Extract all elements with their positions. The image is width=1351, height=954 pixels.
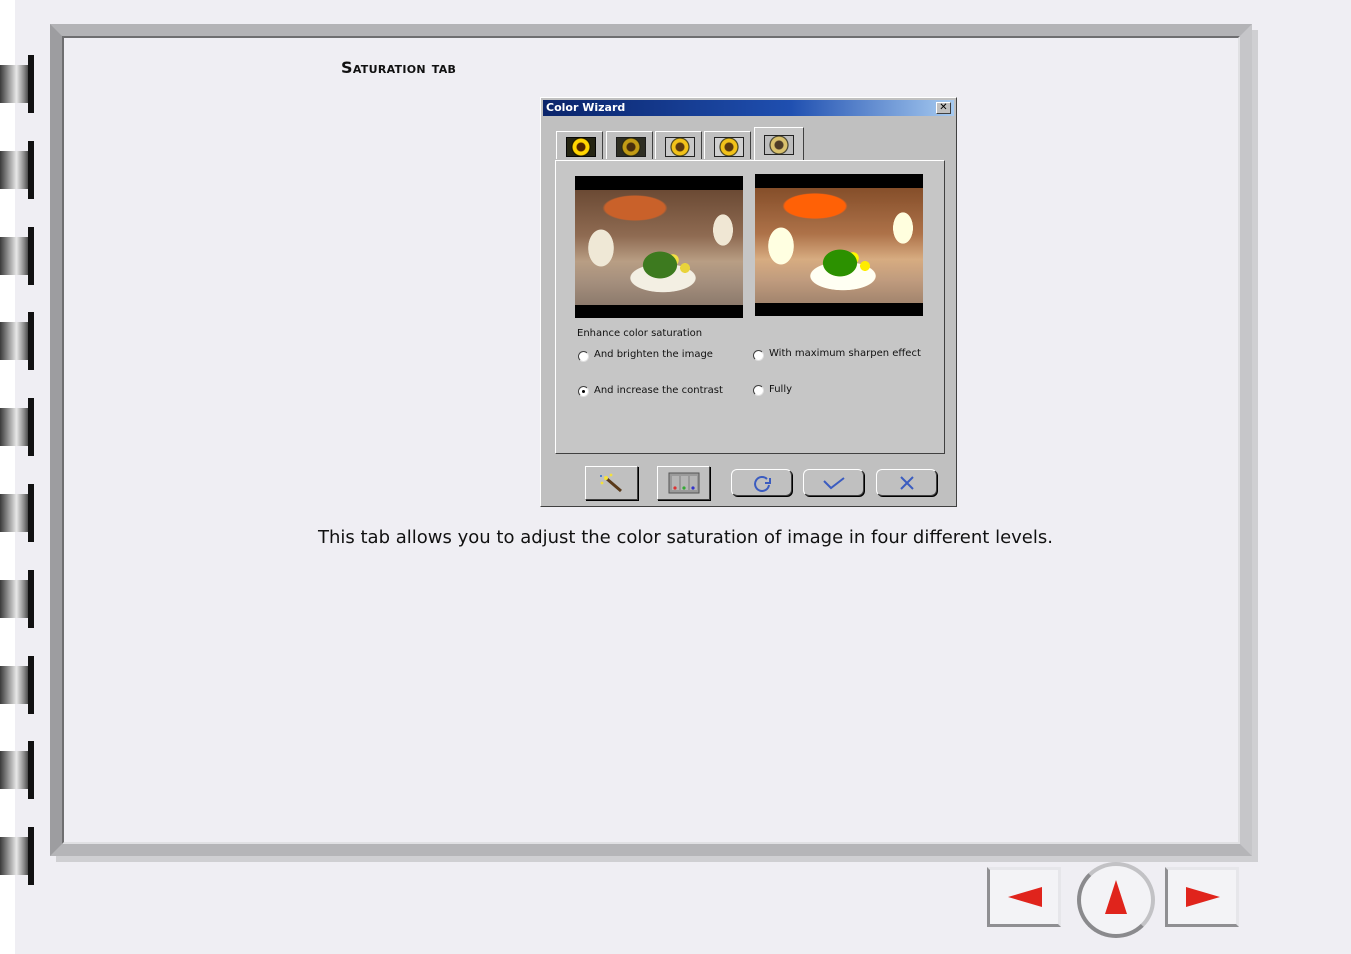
radio-brighten[interactable] [578,351,589,362]
next-page-button[interactable] [1165,867,1239,927]
label-fully: Fully [769,384,793,395]
arrow-left-icon [1008,887,1042,907]
color-wizard-dialog: Color Wizard ✕ Enhance color saturation … [540,97,957,507]
ok-button[interactable] [803,469,864,496]
binder-ring [0,140,34,199]
radio-sharpen[interactable] [753,350,764,361]
sunflower-saturation-icon [764,135,794,155]
binder-ring [0,827,34,886]
reset-icon [753,475,771,492]
original-preview [575,176,743,318]
label-sharpen: With maximum sharpen effect [769,348,921,359]
label-contrast: And increase the contrast [594,385,723,396]
section-title: Saturation tab [341,58,457,77]
cancel-button[interactable] [876,469,937,496]
arrow-up-icon [1105,880,1127,914]
close-icon[interactable]: ✕ [936,102,951,114]
group-label: Enhance color saturation [577,328,703,339]
sunflower-original-icon [566,137,596,157]
close-icon [899,475,914,490]
binder-ring [0,226,34,285]
tab-original[interactable] [556,131,603,159]
tab-saturation[interactable] [754,127,804,160]
adjusted-preview [755,174,923,316]
levels-icon [668,472,699,494]
wizard-button[interactable] [585,466,638,500]
tab-color[interactable] [655,131,702,159]
arrow-right-icon [1186,887,1220,907]
radio-fully[interactable] [753,385,764,396]
radio-contrast[interactable] [578,386,589,397]
checkmark-icon [822,476,845,489]
tab-contrast[interactable] [704,131,751,159]
binder-ring [0,312,34,371]
sunflower-dark-icon [616,137,646,157]
top-page-button[interactable] [1077,862,1155,938]
magic-wand-icon [599,473,622,493]
binder-ring [0,569,34,628]
binder-ring [0,484,34,542]
previous-page-button[interactable] [987,867,1061,927]
levels-button[interactable] [657,466,710,500]
saturation-panel: Enhance color saturation And brighten th… [555,160,945,454]
binder-ring [0,741,34,800]
description-text: This tab allows you to adjust the color … [318,527,1053,548]
reset-button[interactable] [731,469,792,496]
label-brighten: And brighten the image [594,349,713,360]
tab-dark[interactable] [606,131,653,159]
binder-ring [0,655,34,714]
binder-ring [0,398,34,457]
dialog-title: Color Wizard [546,101,626,114]
dialog-titlebar[interactable]: Color Wizard ✕ [543,100,954,116]
binder-ring [0,55,34,113]
sunflower-contrast-icon [714,137,744,157]
sunflower-color-icon [665,137,695,157]
